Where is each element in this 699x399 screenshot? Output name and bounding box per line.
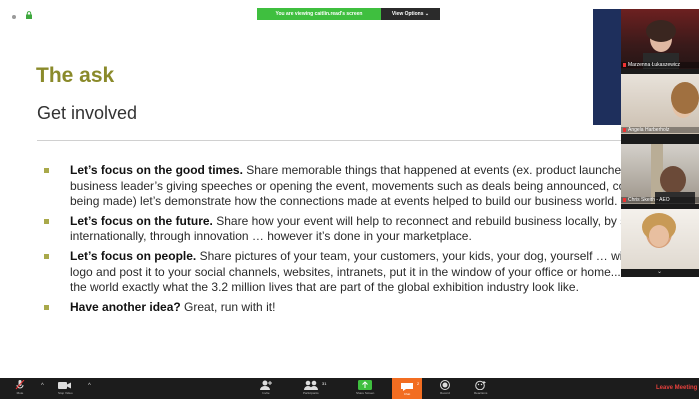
- participants-label: Participants: [303, 391, 319, 395]
- bullet-bold: Let’s focus on the good times.: [70, 163, 243, 177]
- participant-video: [651, 144, 695, 204]
- window-dot: [12, 15, 16, 19]
- bullet-text: Great, run with it!: [180, 299, 276, 314]
- participant-name-label: Chris Skeith - AEO: [621, 197, 699, 203]
- participants-count: 31: [322, 381, 327, 386]
- bullet-marker: [44, 218, 49, 224]
- chevron-up-icon[interactable]: ^: [88, 383, 91, 389]
- slide-title: The ask: [36, 64, 115, 87]
- camera-icon: [58, 382, 72, 389]
- share-screen-icon: [358, 380, 373, 390]
- participant-name-label: Marzenna Łukaszewicz: [621, 62, 699, 68]
- invite-button[interactable]: Invite: [260, 380, 272, 397]
- participant-video: [642, 213, 676, 248]
- slide-subtitle: Get involved: [37, 103, 138, 123]
- bullet-bold: Let’s focus on the future.: [70, 213, 213, 228]
- share-banner-message: You are viewing caitlin.read's screen: [257, 8, 381, 20]
- bullet-bold: Have another idea?: [70, 299, 181, 314]
- participants-icon: [303, 380, 318, 390]
- chevron-down-icon[interactable]: ⌄: [657, 268, 662, 275]
- muted-mic-icon: [623, 197, 626, 202]
- view-options-button[interactable]: View Options ⌄: [381, 8, 440, 20]
- share-label: Share Screen: [356, 391, 375, 395]
- add-person-icon: [260, 380, 272, 390]
- reactions-button[interactable]: Reactions: [474, 380, 487, 397]
- video-tile[interactable]: Chris Skeith - AEO: [621, 144, 699, 204]
- slide-bullet-list: Let’s focus on the good times. Share mem…: [44, 163, 694, 319]
- chat-icon: [401, 382, 413, 391]
- video-label: Stop Video: [58, 391, 73, 395]
- lock-icon: [26, 11, 32, 19]
- bullet-item: Let’s focus on the good times. Share mem…: [44, 163, 694, 210]
- meeting-toolbar: Mute ^ Stop Video ^ Invite Participants …: [0, 378, 699, 399]
- bullet-marker: [44, 304, 49, 310]
- video-tile[interactable]: [621, 209, 699, 269]
- record-button[interactable]: Record: [440, 380, 450, 397]
- mute-label: Mute: [16, 391, 24, 395]
- video-tile[interactable]: Marzenna Łukaszewicz: [621, 9, 699, 69]
- video-tile[interactable]: Angela Harberholz: [621, 74, 699, 134]
- bullet-marker: [44, 253, 49, 259]
- leave-meeting-button[interactable]: Leave Meeting: [656, 385, 697, 391]
- slide-divider: [37, 140, 622, 141]
- share-screen-button[interactable]: Share Screen: [356, 380, 374, 397]
- reactions-label: Reactions: [474, 391, 488, 395]
- participant-video: [643, 20, 679, 69]
- participant-video: [671, 82, 699, 118]
- emoji-icon: [474, 380, 486, 390]
- slide-accent-block: [593, 9, 623, 125]
- record-icon: [440, 380, 450, 390]
- bullet-bold: Let’s focus on people.: [70, 248, 197, 263]
- chat-label: Chat: [403, 391, 411, 396]
- bullet-item: Let’s focus on people. Share pictures of…: [44, 249, 694, 296]
- chat-badge: 2: [417, 381, 420, 386]
- mute-button[interactable]: Mute: [15, 380, 25, 397]
- microphone-icon: [15, 380, 25, 390]
- muted-mic-icon: [623, 127, 626, 132]
- record-label: Record: [440, 391, 450, 395]
- chevron-up-icon[interactable]: ^: [41, 383, 44, 389]
- bullet-item: Have another idea? Great, run with it!: [44, 300, 694, 316]
- participant-name-label: Angela Harberholz: [621, 127, 699, 133]
- participant-video-panel: Marzenna Łukaszewicz Angela Harberholz C…: [621, 9, 699, 277]
- screen-share-banner: You are viewing caitlin.read's screen Vi…: [257, 8, 440, 20]
- stop-video-button[interactable]: Stop Video: [58, 380, 73, 397]
- muted-mic-icon: [623, 62, 626, 67]
- bullet-item: Let’s focus on the future. Share how you…: [44, 214, 694, 245]
- bullet-marker: [44, 168, 49, 173]
- participants-button[interactable]: Participants: [303, 380, 319, 397]
- invite-label: Invite: [262, 391, 270, 395]
